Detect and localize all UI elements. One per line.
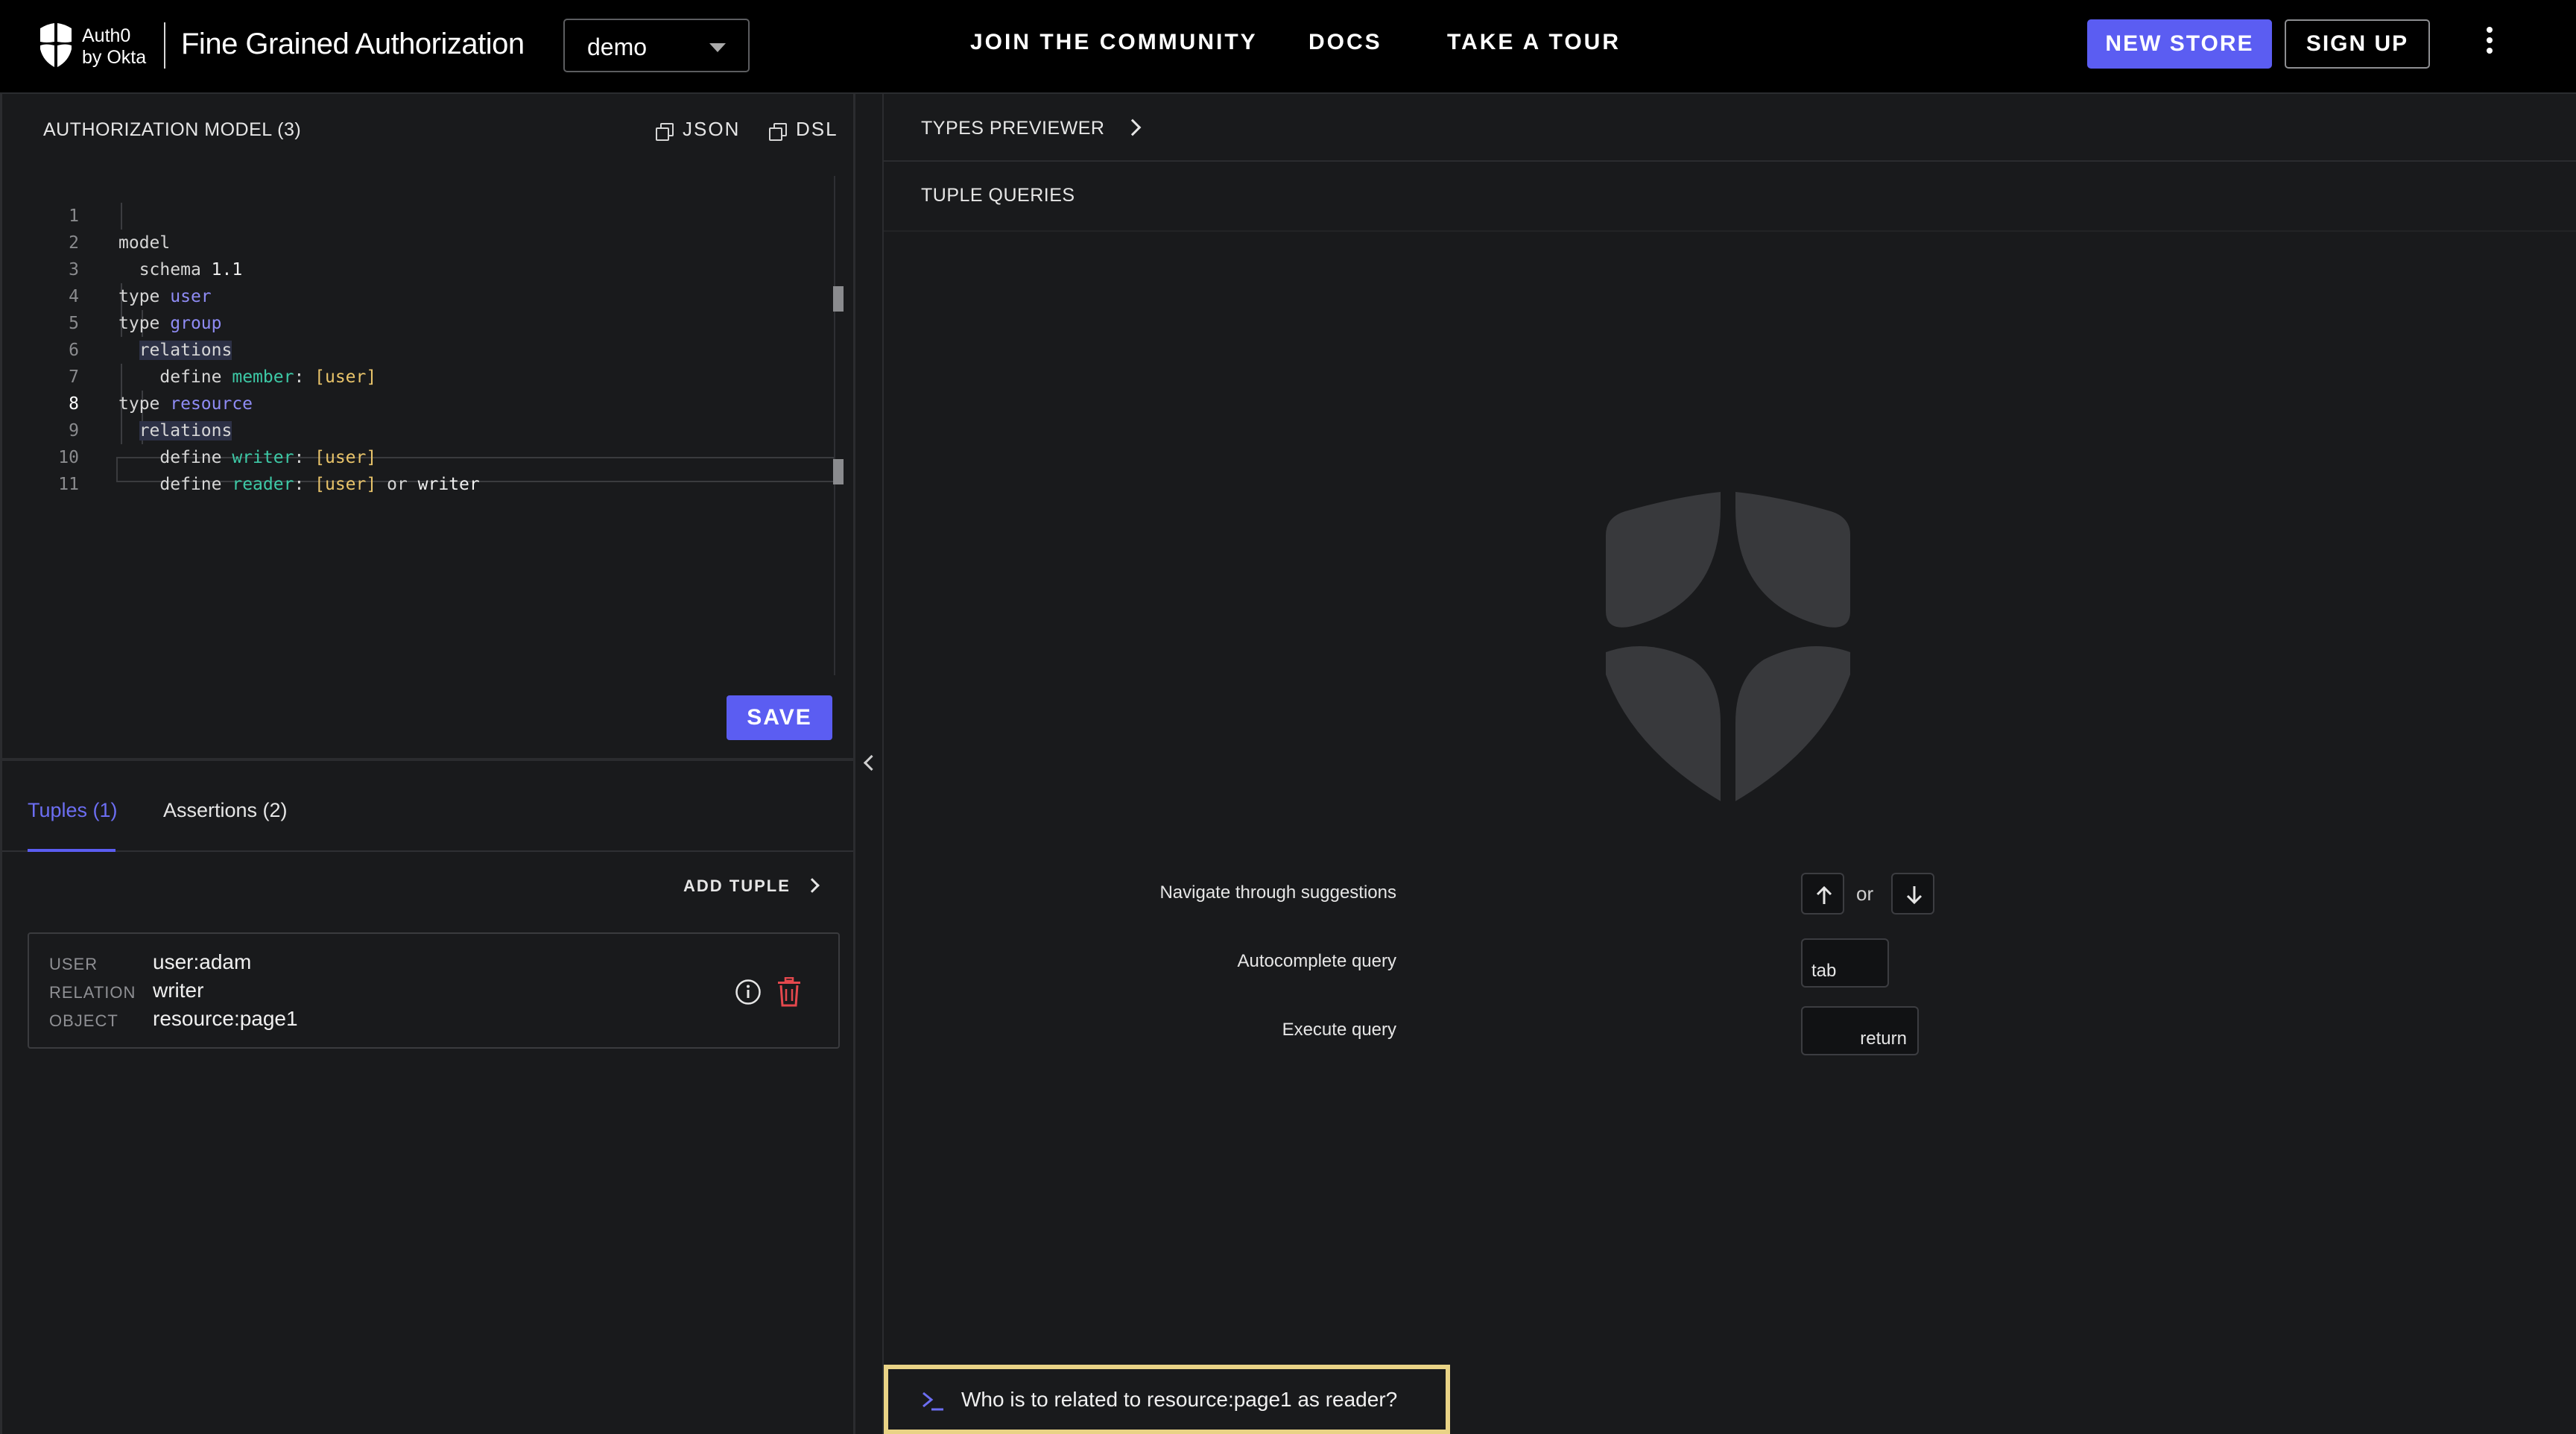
tab-key: tab [1801,938,1889,988]
copy-icon [656,123,674,141]
brand-divider [164,22,165,69]
types-previewer-label: TYPES PREVIEWER [921,118,1105,139]
left-panel: AUTHORIZATION MODEL (3) JSON DSL 1 model… [0,94,855,1434]
or-label: or [1856,882,1874,905]
brand-line-2: by Okta [82,47,147,68]
tuple-object-key: OBJECT [49,1011,118,1030]
active-tab-indicator [28,849,115,852]
tuple-relation-value: writer [153,979,204,1002]
top-bar: Auth0 by Okta Fine Grained Authorization… [0,0,2576,94]
code-line: 4 type group [4,256,832,333]
code-line: 8 relations [4,364,832,440]
authorization-model-title: AUTHORIZATION MODEL (3) [43,119,302,140]
code-line: 10 define reader: [user] or writer [4,417,832,494]
nav-docs[interactable]: DOCS [1308,30,1382,55]
copy-dsl-button[interactable]: DSL [769,118,838,141]
sign-up-button[interactable]: SIGN UP [2285,19,2430,69]
auth0-shield-icon [1606,492,1850,801]
tab-tuples[interactable]: Tuples (1) [28,799,118,822]
return-key: return [1801,1006,1919,1055]
panel-divider [2,758,853,761]
nav-take-tour[interactable]: TAKE A TOUR [1447,30,1621,55]
terminal-prompt-icon [923,1392,943,1411]
more-menu-icon[interactable] [2478,27,2501,64]
tuple-card: USER user:adam RELATION writer OBJECT re… [28,932,840,1049]
chevron-left-icon [863,754,880,771]
return-key-label: return [1860,1029,1907,1049]
tabs-divider [2,850,853,852]
tab-key-label: tab [1811,961,1837,981]
hint-execute: Execute query [1282,1020,1396,1040]
types-previewer-toggle[interactable]: TYPES PREVIEWER [921,118,1142,139]
collapse-panel-handle[interactable] [855,94,882,1434]
chevron-right-icon [804,878,820,893]
chevron-right-icon [1124,119,1142,136]
tuple-relation-key: RELATION [49,983,136,1002]
code-line: 1 model [4,176,832,253]
copy-json-button[interactable]: JSON [656,118,740,141]
copy-dsl-label: DSL [796,118,838,140]
arrow-down-key [1891,873,1934,915]
arrow-up-icon [1816,885,1832,904]
store-select[interactable]: demo [563,19,750,72]
code-type-ref: [user] [314,475,377,494]
tuple-user-key: USER [49,955,98,973]
copy-icon [769,123,787,141]
brand-line-1: Auth0 [82,25,131,46]
auth0-logo-icon[interactable] [37,22,75,69]
store-select-value: demo [587,34,648,60]
nav-join-community[interactable]: JOIN THE COMMUNITY [970,30,1258,55]
new-store-button[interactable]: NEW STORE [2087,19,2272,69]
section-divider [884,230,2576,232]
code-line: 5 relations [4,283,832,360]
hint-autocomplete: Autocomplete query [1237,951,1396,971]
add-tuple-label: ADD TUPLE [683,876,791,895]
tuple-queries-title: TUPLE QUERIES [921,185,1075,206]
query-input-bar[interactable]: Who is to related to resource:page1 as r… [884,1365,1450,1434]
code-line: 11 [4,444,832,494]
brand-tagline: Auth0 by Okta [82,25,146,69]
tuple-object-value: resource:page1 [153,1007,298,1030]
scrollbar-marker [833,459,844,484]
scrollbar-marker [833,286,844,312]
save-button[interactable]: SAVE [727,695,832,740]
code-line: 7 type resource [4,337,832,414]
editor-scrollbar[interactable] [834,176,835,675]
info-icon[interactable] [735,979,762,1005]
code-keyword: define [159,475,222,494]
tab-assertions[interactable]: Assertions (2) [163,799,288,822]
delete-icon[interactable] [776,977,802,1007]
model-code-editor[interactable]: 1 model 2 schema 1.1 3 type user 4 type … [4,176,850,675]
line-number: 11 [58,475,79,494]
right-panel: TYPES PREVIEWER TUPLE QUERIES Navigate t… [882,94,2576,1434]
arrow-down-icon [1906,886,1922,905]
section-divider [884,160,2576,162]
code-line: 9 define writer: [user] [4,391,832,467]
code-line: 2 schema 1.1 [4,203,832,279]
product-title[interactable]: Fine Grained Authorization [181,28,525,61]
arrow-up-key [1801,873,1844,915]
code-line: 6 define member: [user] [4,310,832,387]
code-relation-ref: writer [417,475,480,494]
query-input[interactable]: Who is to related to resource:page1 as r… [961,1388,1397,1412]
code-keyword: or [387,475,408,494]
code-relation: reader [232,475,294,494]
add-tuple-button[interactable]: ADD TUPLE [683,876,820,896]
tuple-user-value: user:adam [153,950,252,973]
hint-navigate: Navigate through suggestions [1159,882,1396,903]
code-line: 3 type user [4,230,832,306]
copy-json-label: JSON [683,118,741,140]
dropdown-caret-icon [709,43,726,52]
